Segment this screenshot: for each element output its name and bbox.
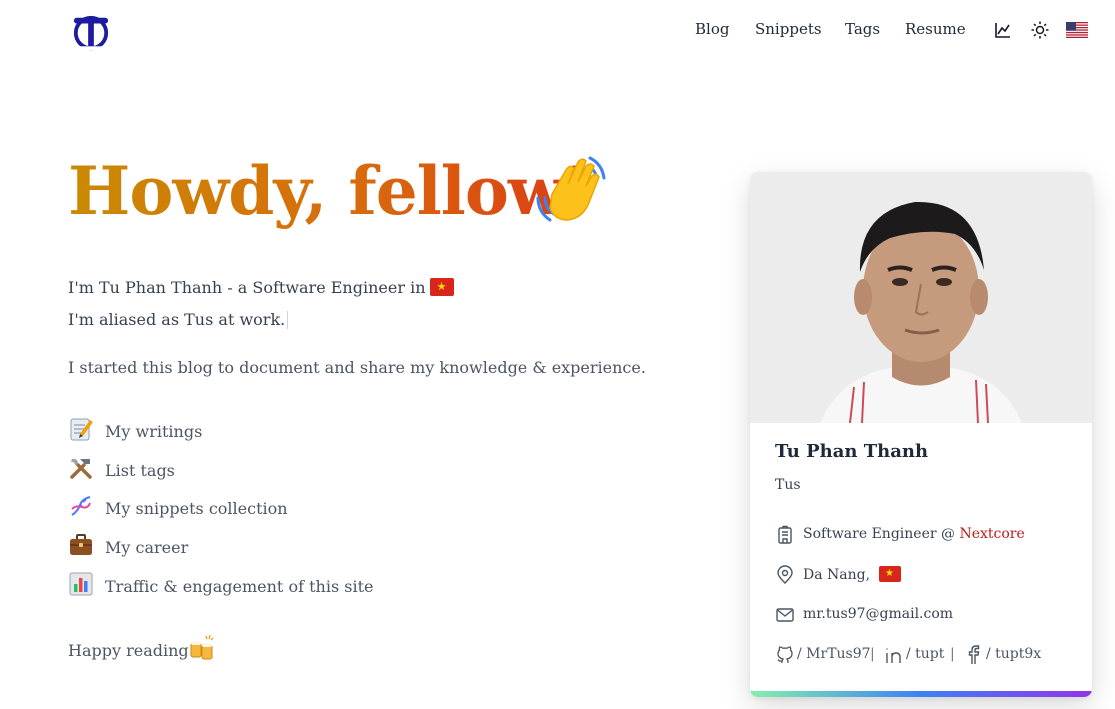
profile-name: Tu Phan Thanh [775, 441, 929, 462]
card-accent-bar [750, 691, 1092, 697]
intro-line-2: I'm aliased as Tus at work. [68, 310, 289, 329]
us-flag-icon[interactable] [1066, 20, 1088, 40]
github-handle: / MrTus97 [797, 646, 871, 662]
briefcase-icon [68, 532, 94, 558]
link-label: My snippets collection [105, 499, 288, 518]
facebook-handle: / tupt9x [986, 646, 1042, 662]
facebook-icon [968, 645, 980, 664]
intro-line-1: I'm Tu Phan Thanh - a Software Engineer … [68, 278, 454, 297]
profile-photo [750, 172, 1092, 423]
email-link[interactable]: mr.tus97@gmail.com [803, 606, 953, 622]
analytics-icon[interactable] [993, 20, 1013, 40]
building-icon [775, 525, 795, 545]
location-pin-icon [775, 565, 795, 585]
bar-chart-icon [68, 571, 94, 597]
nav-blog-link[interactable]: Blog [695, 20, 729, 38]
nav-tags-link[interactable]: Tags [845, 20, 880, 38]
linkedin-icon [886, 648, 901, 663]
separator: | [950, 646, 955, 662]
alias-text: I'm aliased as Tus at work. [68, 310, 286, 329]
mail-icon [775, 605, 795, 625]
blog-description: I started this blog to document and shar… [68, 358, 646, 377]
sun-icon[interactable] [1030, 20, 1050, 40]
link-label: My writings [105, 422, 203, 441]
github-icon [777, 646, 793, 664]
profile-card: Tu Phan Thanh Tus Software Engineer @ Ne… [750, 172, 1092, 697]
vietnam-flag-icon [878, 566, 901, 582]
separator: | [870, 646, 875, 662]
nav-snippets-link[interactable]: Snippets [755, 20, 822, 38]
link-label: My career [105, 538, 189, 557]
link-label: Traffic & engagement of this site [105, 577, 374, 596]
linkedin-handle: / tupt [906, 646, 945, 662]
happy-reading-text: Happy reading [68, 641, 189, 660]
text-caret [287, 311, 289, 329]
memo-icon [68, 416, 94, 442]
company-link[interactable]: Nextcore [959, 526, 1024, 542]
site-logo[interactable] [72, 14, 110, 52]
job-title: Software Engineer @ [803, 526, 955, 542]
hero-title: Howdy, fellow! [68, 152, 593, 230]
nav-resume-link[interactable]: Resume [905, 20, 966, 38]
dna-icon [68, 493, 94, 519]
link-label: List tags [105, 461, 175, 480]
vietnam-flag-icon [429, 278, 454, 296]
waving-hand-icon [532, 150, 612, 230]
location-text: Da Nang, [803, 567, 871, 583]
tools-icon [68, 455, 94, 481]
clinking-beer-mugs-icon [188, 634, 216, 662]
profile-alias: Tus [775, 477, 801, 493]
intro-text: I'm Tu Phan Thanh - a Software Engineer … [68, 278, 426, 297]
